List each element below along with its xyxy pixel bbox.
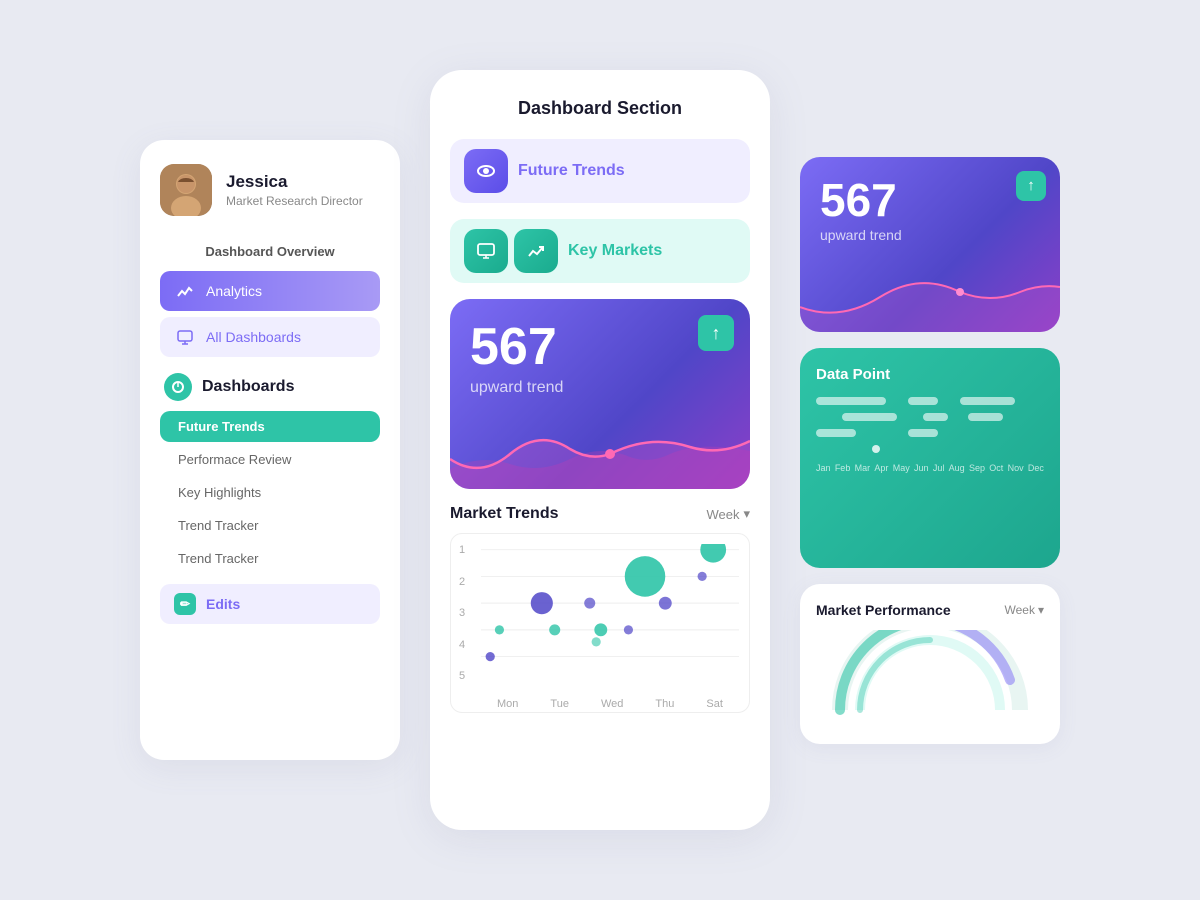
menu-future-trends-label: Future Trends — [518, 162, 625, 180]
dp-month-labels: Jan Feb Mar Apr May Jun Jul Aug Sep Oct … — [816, 463, 1044, 473]
overview-title: Dashboard Overview — [160, 244, 380, 259]
edits-item[interactable]: ✏ Edits — [160, 584, 380, 624]
dp-row-4 — [816, 445, 1044, 453]
edits-label: Edits — [206, 596, 240, 612]
mp-week-selector[interactable]: Week ▾ — [1005, 603, 1045, 617]
right-panel: 567 upward trend ↑ Data Point — [800, 157, 1060, 744]
right-arrow-btn[interactable]: ↑ — [1016, 171, 1046, 201]
center-title: Dashboard Section — [450, 98, 750, 119]
left-panel: Jessica Market Research Director Dashboa… — [140, 140, 400, 760]
menu-future-trends[interactable]: Future Trends — [450, 139, 750, 203]
dp-dot — [872, 445, 880, 453]
center-panel: Dashboard Section Future Trends Key Mark… — [430, 70, 770, 830]
nav-analytics-label: Analytics — [206, 283, 262, 299]
arc-chart — [816, 630, 1044, 720]
dp-bar — [968, 413, 1003, 421]
dp-bars — [816, 397, 1044, 453]
sub-nav-perf-review[interactable]: Performace Review — [160, 444, 380, 475]
stats-label: upward trend — [470, 379, 730, 397]
right-stats-number: 567 — [820, 177, 1040, 223]
menu-key-markets[interactable]: Key Markets — [450, 219, 750, 283]
market-perf-card: Market Performance Week ▾ — [800, 584, 1060, 744]
user-info: Jessica Market Research Director — [226, 172, 363, 208]
monitor-icon-box — [464, 229, 508, 273]
stats-card: 567 upward trend ↑ — [450, 299, 750, 489]
dp-bar — [923, 413, 948, 421]
menu-key-markets-label: Key Markets — [568, 242, 662, 260]
trend-icon-box — [514, 229, 558, 273]
sub-nav-future-trends[interactable]: Future Trends — [160, 411, 380, 442]
trends-header: Market Trends Week ▾ — [450, 505, 750, 523]
analytics-icon — [174, 280, 196, 302]
edit-icon: ✏ — [174, 593, 196, 615]
sub-nav-key-highlights[interactable]: Key Highlights — [160, 477, 380, 508]
right-stats-card: 567 upward trend ↑ — [800, 157, 1060, 332]
mp-header: Market Performance Week ▾ — [816, 602, 1044, 618]
stats-number: 567 — [470, 321, 730, 373]
dp-bar — [908, 429, 938, 437]
nav-all-dashboards-label: All Dashboards — [206, 329, 301, 345]
y-labels: 54321 — [459, 544, 465, 682]
nav-all-dashboards[interactable]: All Dashboards — [160, 317, 380, 357]
dp-row-2 — [816, 413, 1044, 421]
data-point-title: Data Point — [816, 366, 1044, 383]
dp-bar — [908, 397, 938, 405]
dp-row-3 — [816, 429, 1044, 437]
sub-nav-trend-tracker-1[interactable]: Trend Tracker — [160, 510, 380, 541]
user-section: Jessica Market Research Director — [160, 164, 380, 216]
eye-icon-box — [464, 149, 508, 193]
dp-bar — [842, 413, 897, 421]
bubble-chart-area: 54321 — [450, 533, 750, 713]
user-name: Jessica — [226, 172, 363, 192]
monitor-icon — [174, 326, 196, 348]
dashboards-header: Dashboards — [164, 373, 380, 401]
user-role: Market Research Director — [226, 194, 363, 208]
sub-nav-trend-tracker-2[interactable]: Trend Tracker — [160, 543, 380, 574]
dp-row-1 — [816, 397, 1044, 405]
mp-title: Market Performance — [816, 602, 951, 618]
avatar — [160, 164, 212, 216]
dashboards-icon — [164, 373, 192, 401]
right-stats-label: upward trend — [820, 227, 1040, 243]
nav-analytics[interactable]: Analytics — [160, 271, 380, 311]
dashboards-label: Dashboards — [202, 378, 294, 396]
dp-bar — [960, 397, 1015, 405]
week-selector[interactable]: Week ▾ — [706, 506, 750, 522]
stats-arrow-btn[interactable]: ↑ — [698, 315, 734, 351]
trends-section: Market Trends Week ▾ 54321 — [450, 505, 750, 713]
trends-title: Market Trends — [450, 505, 558, 523]
data-point-card: Data Point — [800, 348, 1060, 568]
dp-bar — [816, 397, 886, 405]
x-labels: MonTueWedThuSat — [481, 698, 739, 710]
dp-bar — [816, 429, 856, 437]
